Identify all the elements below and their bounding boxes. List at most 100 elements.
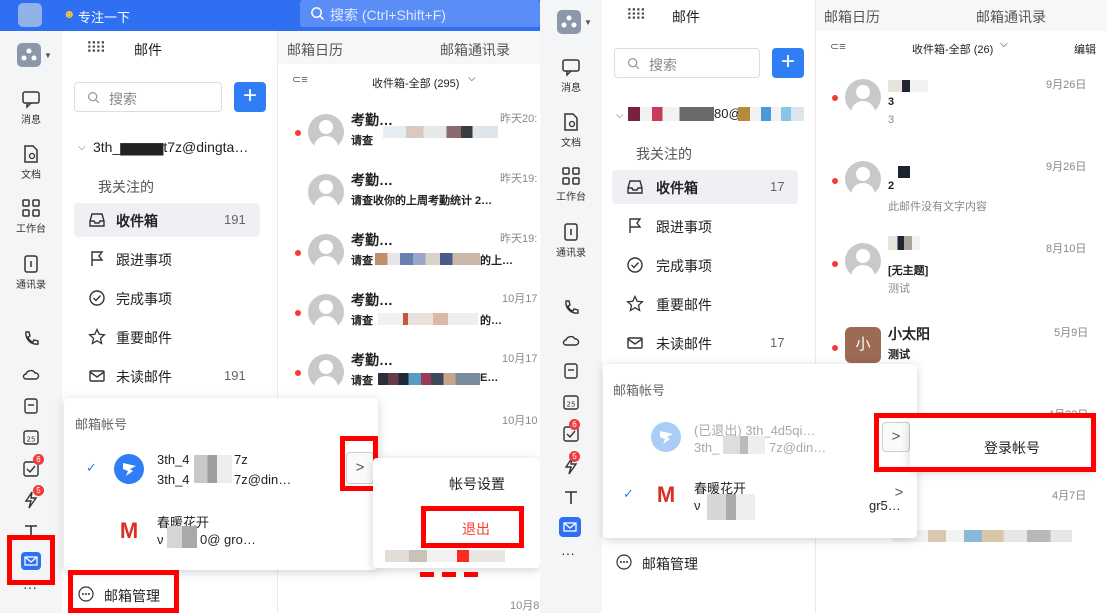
focus-icon: ☻ [63, 7, 76, 21]
mail-time: 5月9日 [1054, 327, 1089, 339]
rail-item-contacts[interactable]: 通讯录 [540, 222, 602, 259]
mail-item[interactable]: 考勤… 请查 的… 10月17 [278, 276, 540, 336]
account-row-spring[interactable]: M 春暖花开 ν 0@ gro… [64, 506, 378, 560]
global-search[interactable]: 搜索 (Ctrl+Shift+F) [300, 0, 540, 27]
apps-grid-icon[interactable]: ⠿⠿ [626, 6, 646, 24]
nav-important-label: 重要邮件 [116, 330, 172, 346]
nav-done[interactable]: 完成事项 [74, 281, 260, 315]
file-icon[interactable] [21, 396, 41, 416]
redaction-mosaic [378, 373, 480, 385]
rail-item-contacts[interactable]: 通讯录 [0, 254, 62, 291]
rail-item-messages[interactable]: 消息 [0, 89, 62, 126]
org-switcher[interactable] [17, 43, 41, 67]
mail-item[interactable]: [无主题] 测试 8月10日 [816, 232, 1107, 295]
compose-button[interactable]: + [234, 82, 266, 112]
mail-app-button[interactable] [559, 517, 581, 537]
nav-follow-up-label: 跟进事项 [116, 252, 172, 268]
tab-mail[interactable]: 邮件 [134, 40, 162, 60]
tab-mail[interactable]: 邮件 [672, 7, 700, 27]
apps-grid-icon[interactable]: ⠿⠿ [86, 39, 106, 57]
file-icon[interactable] [561, 361, 581, 381]
nav-unread-label: 未读邮件 [116, 369, 172, 385]
tab-calendar[interactable]: 邮箱日历 [287, 40, 343, 60]
tab-contacts[interactable]: 邮箱通讯录 [440, 40, 510, 60]
rail-item-workbench[interactable]: 工作台 [540, 166, 602, 203]
nav-important[interactable]: 重要邮件 [612, 287, 798, 321]
mail-item[interactable]: 考勤… 请查 昨天20: [278, 96, 540, 156]
chevron-down-icon[interactable]: ⌵ [616, 110, 624, 121]
mail-item[interactable]: 2 此邮件没有文字内容 9月26日 [816, 148, 1107, 213]
phone-icon[interactable] [21, 329, 41, 349]
nav-follow-up[interactable]: 跟进事项 [612, 209, 798, 243]
highlight-mail-app [7, 535, 55, 585]
nav-done[interactable]: 完成事项 [612, 248, 798, 282]
ding-badge: 5 [569, 451, 580, 462]
edit-button[interactable]: 编辑 [1074, 41, 1096, 57]
calendar-icon[interactable]: 25 [21, 427, 41, 447]
account-row-spring[interactable]: ✓ M 春暖花开 ν gr5… > [603, 472, 917, 530]
calendar-icon[interactable]: 25 [561, 392, 581, 412]
search-box[interactable]: 搜索 [614, 48, 760, 78]
logout-marker [420, 572, 480, 577]
mail-item[interactable]: 考勤… 请查收你的上周考勤统计 2… 昨天19: [278, 156, 540, 216]
mail-time: 10月17 [502, 353, 538, 365]
mail-item[interactable]: 考勤… 请查 的上… 昨天19: [278, 216, 540, 276]
highlight-manage [68, 570, 179, 613]
nav-inbox[interactable]: 收件箱 191 [74, 203, 260, 237]
mail-preview-tail: E… [480, 372, 499, 384]
phone-icon[interactable] [561, 298, 581, 318]
rail-item-workbench[interactable]: 工作台 [0, 198, 62, 235]
collapse-icon[interactable]: ⊂≡ [292, 73, 308, 86]
account-settings[interactable]: 帐号设置 [449, 474, 505, 494]
account-popup: 邮箱帐号 (已退出) 3th_4d5qi… 3th_ 7z@din… ✓ M 春… [603, 364, 917, 538]
account-expand-button[interactable]: > [885, 478, 913, 510]
check-icon: ✓ [623, 486, 634, 501]
collapse-icon[interactable]: ⊂≡ [830, 40, 846, 53]
sender-avatar [845, 161, 881, 197]
folder-filter[interactable]: 收件箱-全部 (295) [372, 75, 459, 91]
chevron-right-icon: > [894, 484, 904, 501]
check-circle-icon [627, 257, 643, 273]
chat-icon [22, 91, 40, 109]
tools-icon[interactable] [561, 487, 581, 507]
org-switcher[interactable] [557, 10, 581, 34]
focus-status[interactable]: 专注一下 [78, 7, 130, 26]
rail-label: 文档 [561, 138, 581, 149]
left-side-rail: ▼ 消息 文档 工作台 通讯录 25 6 5 ··· [0, 31, 62, 613]
mail-item[interactable]: 考勤… 请查 E… 10月17 [278, 336, 540, 396]
folder-filter[interactable]: 收件箱-全部 (26) [912, 41, 993, 57]
nav-important[interactable]: 重要邮件 [74, 320, 260, 354]
search-box[interactable]: 搜索 [74, 82, 222, 112]
mail-time: 10月10 [502, 415, 538, 427]
nav-follow-up[interactable]: 跟进事项 [74, 242, 260, 276]
nav-inbox[interactable]: 收件箱 17 [612, 170, 798, 204]
doc-icon [24, 145, 38, 163]
compose-button[interactable]: + [772, 48, 804, 78]
nav-unread[interactable]: 未读邮件 17 [612, 326, 798, 360]
rail-item-docs[interactable]: 文档 [0, 144, 62, 181]
more-icon[interactable]: ··· [561, 545, 575, 561]
app-avatar[interactable] [18, 3, 42, 27]
cloud-icon[interactable] [561, 330, 581, 350]
chevron-down-icon[interactable]: ⌵ [78, 142, 86, 153]
tab-calendar[interactable]: 邮箱日历 [824, 7, 880, 27]
tab-contacts[interactable]: 邮箱通讯录 [976, 7, 1046, 27]
sender-avatar [308, 114, 344, 150]
account-2-line2: ν [157, 532, 164, 547]
mail-manage[interactable]: 邮箱管理 [614, 550, 754, 576]
account-popup: 邮箱帐号 ✓ 3th_4 7z 3th_4 7z@din… > M 春暖花开 ν… [64, 398, 378, 570]
rail-item-messages[interactable]: 消息 [540, 57, 602, 94]
redaction-mosaic [383, 126, 498, 138]
mail-item[interactable]: 3 3 9月26日 [816, 68, 1107, 128]
search-icon [87, 91, 100, 104]
rail-label: 消息 [561, 83, 581, 94]
nav-unread[interactable]: 未读邮件 191 [74, 359, 260, 393]
account-address[interactable]: 3th_▆▆▆▆t7z@dingta… [93, 139, 248, 156]
account-row-dingtalk[interactable]: ✓ 3th_4 7z 3th_4 7z@din… > [64, 440, 378, 498]
cloud-icon[interactable] [21, 364, 41, 384]
account-row-dingtalk[interactable]: (已退出) 3th_4d5qi… 3th_ 7z@din… [603, 408, 917, 466]
mail-preview: 请查收你的上周考勤统计 2… [351, 195, 493, 207]
rail-item-docs[interactable]: 文档 [540, 112, 602, 149]
unread-dot [832, 261, 838, 267]
grid-icon [22, 199, 40, 217]
